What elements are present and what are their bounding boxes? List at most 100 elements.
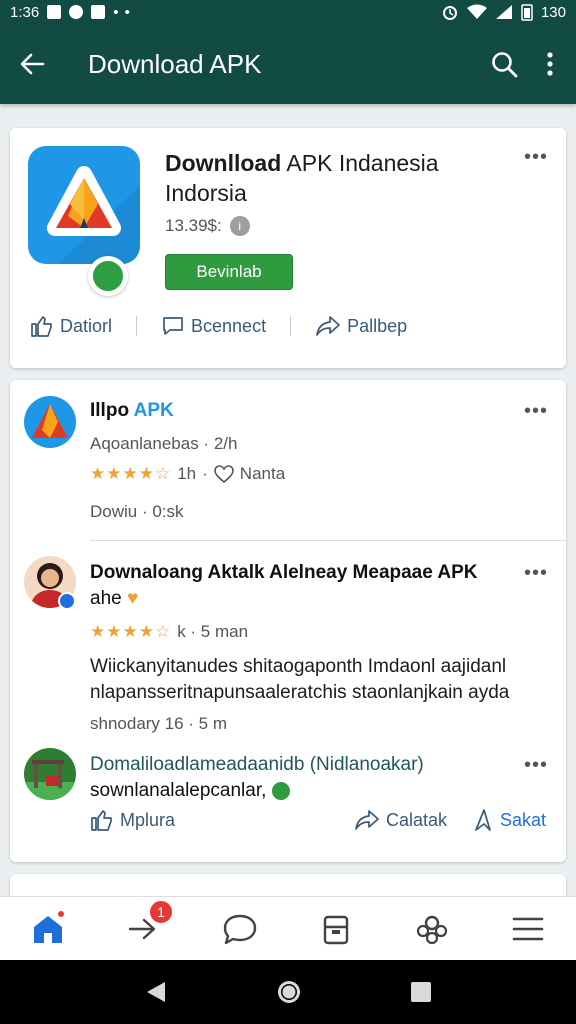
star-rating-icon: ★★★★☆: [90, 622, 172, 641]
alarm-icon: [442, 6, 457, 20]
chat-bubble-icon: [223, 914, 257, 944]
nav-groups[interactable]: [402, 905, 462, 953]
post-author-tag: APK: [129, 400, 174, 421]
app-title-bold: Downlload: [165, 150, 282, 176]
post-more-icon[interactable]: •••: [524, 400, 548, 423]
bottom-navigation: 1: [0, 896, 576, 960]
like-label: Datiorl: [60, 315, 113, 336]
app-logo[interactable]: [28, 146, 140, 264]
back-triangle-icon[interactable]: [143, 979, 169, 1005]
post-more-icon[interactable]: •••: [524, 562, 548, 585]
save-button[interactable]: Sakat: [472, 808, 546, 832]
bag-icon: [323, 915, 349, 944]
share-button[interactable]: Calatak: [354, 808, 447, 832]
divider: [136, 316, 138, 336]
recents-square-icon[interactable]: [409, 980, 433, 1004]
divider: [290, 316, 292, 336]
home-notification-dot: [56, 908, 66, 919]
share-label: Pallbep: [347, 315, 408, 336]
comment-icon: [163, 317, 183, 335]
share-icon: [355, 810, 379, 830]
react-label: Nanta: [239, 464, 286, 483]
post-body: Wiickanyitanudes shitaogaponth Imdaonl a…: [90, 656, 510, 703]
send-icon: [475, 809, 491, 831]
share-button[interactable]: Pallbep: [315, 314, 407, 338]
overflow-menu-icon[interactable]: [546, 51, 554, 77]
feed-card: Illpo APK ••• Aqoanlanebas · 2/h ★★★★☆ 1…: [10, 380, 566, 862]
emoji-icon: [271, 781, 290, 800]
app-title: Downlload APK Indanesia Indorsia: [165, 148, 495, 208]
like-button[interactable]: Datiorl: [30, 314, 112, 338]
post-title-line2-text: ahe: [90, 588, 122, 609]
post-more-icon[interactable]: •••: [524, 754, 548, 777]
post-rating-row: ★★★★☆ k · 5 man: [90, 622, 248, 642]
nav-messages[interactable]: [210, 905, 270, 953]
save-label: Sakat: [500, 809, 547, 830]
post-author[interactable]: Illpo APK: [90, 400, 174, 422]
info-icon[interactable]: i: [229, 216, 250, 236]
post-author-name: Illpo: [90, 400, 130, 421]
verified-badge-icon: [58, 592, 76, 610]
app-card: Downlload APK Indanesia Indorsia 13.39$:…: [10, 128, 566, 368]
app-bar: Download APK: [0, 24, 576, 104]
status-bar: 1:36 • • 130: [0, 0, 576, 24]
app-notification-icon: [69, 5, 84, 19]
wifi-icon: [466, 4, 487, 19]
post-title[interactable]: Domaliloadlameadaanidb (Nidlanoakar): [90, 754, 424, 776]
search-icon[interactable]: [490, 50, 518, 78]
hamburger-menu-icon: [512, 917, 544, 940]
playground-avatar-icon: [24, 760, 76, 800]
download-button[interactable]: Bevinlab: [165, 254, 293, 290]
triangle-logo-icon: [32, 404, 68, 438]
verified-badge: [88, 256, 128, 296]
star-rating-icon: ★★★★☆: [90, 464, 172, 483]
notification-badge: 1: [148, 898, 174, 925]
thumbs-up-icon: [91, 810, 112, 831]
nav-send[interactable]: 1: [114, 898, 174, 953]
emoji-icon: ♥: [126, 588, 139, 609]
more-notifications-icon: • •: [113, 3, 131, 21]
nav-home[interactable]: [18, 905, 78, 953]
post-subtitle-text: sownlanalalepcanlar,: [90, 780, 267, 801]
post-footer: Dowiu · 0:sk: [90, 502, 184, 521]
thumbs-up-icon: [31, 316, 52, 337]
clock: 1:36: [10, 3, 40, 21]
post-title[interactable]: Downaloang Aktalk Alelneay Meapaae APK: [90, 562, 510, 584]
battery-icon: [521, 4, 533, 21]
heart-icon[interactable]: [213, 465, 234, 483]
post-divider: [90, 540, 566, 541]
post-title-line2: ahe ♥: [90, 588, 138, 610]
people-icon: [416, 915, 448, 944]
separator-dot: ·: [202, 464, 208, 483]
like-button[interactable]: Mplura: [90, 808, 175, 832]
share-label: Calatak: [386, 809, 448, 830]
battery-level: 130: [540, 3, 566, 21]
triangle-logo-icon: [46, 166, 140, 264]
comment-button[interactable]: Bcennect: [161, 314, 266, 338]
post-meta: Aqoanlanebas · 2/h: [90, 434, 238, 453]
share-icon: [316, 316, 340, 336]
system-navigation-bar: [0, 960, 576, 1024]
back-button[interactable]: [0, 51, 64, 77]
page-title: Download APK: [88, 48, 262, 79]
photo-notification-icon: [91, 5, 106, 19]
image-notification-icon: [47, 5, 62, 19]
home-circle-icon[interactable]: [275, 978, 303, 1006]
avatar[interactable]: [24, 748, 76, 800]
card-more-icon[interactable]: •••: [524, 146, 548, 169]
app-size: 13.39$: i: [165, 216, 250, 236]
post-rating-row: ★★★★☆ 1h · Nanta: [90, 464, 285, 484]
nav-menu[interactable]: [498, 905, 558, 953]
post-footer: shnodary 16 · 5 m: [90, 714, 228, 733]
app-card-actions: Datiorl Bcennect Pallbep: [10, 314, 566, 338]
avatar[interactable]: [24, 396, 76, 448]
like-label: Mplura: [120, 809, 176, 830]
nav-store[interactable]: [306, 905, 366, 953]
android-icon: [93, 261, 123, 291]
rating-count: 1h: [177, 464, 197, 483]
post-subtitle: sownlanalalepcanlar,: [90, 780, 290, 802]
post-time: k · 5 man: [177, 622, 249, 641]
arrow-back-icon: [20, 53, 45, 75]
signal-icon: [495, 5, 512, 19]
comment-label: Bcennect: [191, 315, 267, 336]
